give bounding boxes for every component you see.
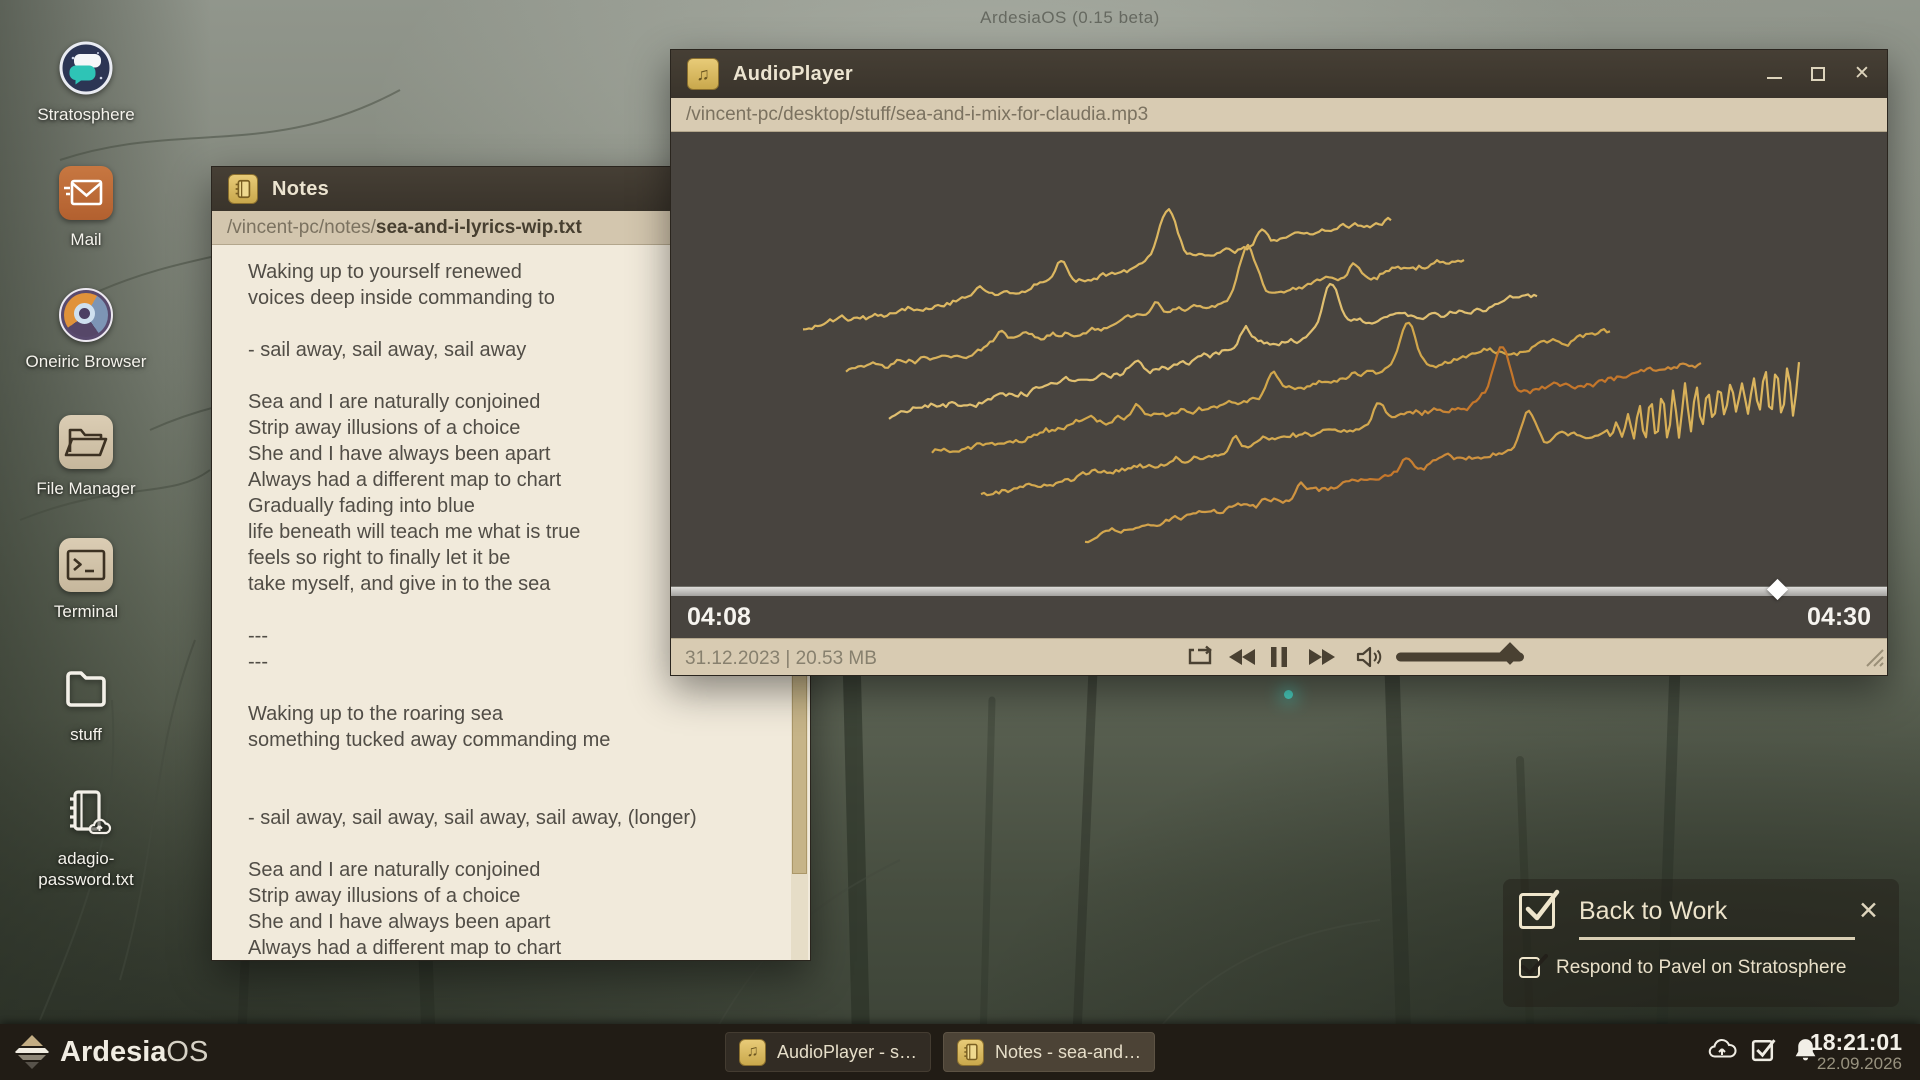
terminal-icon (59, 538, 113, 592)
os-name-light: OS (166, 1036, 208, 1068)
waveform-svg (671, 132, 1889, 586)
close-icon[interactable]: ✕ (1854, 896, 1883, 926)
file-path: /vincent-pc/desktop/stuff/sea-and-i-mix-… (686, 104, 1148, 126)
teal-glow-speck (1284, 690, 1293, 699)
desktop: ArdesiaOS (0.15 beta) Stratosphere Mail (0, 0, 1920, 1080)
todo-checkbox-checked[interactable] (1519, 893, 1555, 929)
todo-widget: Back to Work ✕ Respond to Pavel on Strat… (1503, 879, 1899, 1007)
taskbar-button-notes[interactable]: Notes - sea-and… (943, 1032, 1155, 1072)
todo-checkbox-small[interactable] (1519, 957, 1540, 978)
desktop-icon-oneiric-browser[interactable]: Oneiric Browser (6, 288, 166, 372)
taskbar-button-label: AudioPlayer - s… (777, 1042, 917, 1063)
icon-label: Terminal (54, 601, 118, 622)
path-prefix: /vincent-pc/notes/ (227, 217, 376, 239)
rewind-icon[interactable] (1227, 647, 1257, 667)
tasks-checkbox-icon[interactable] (1750, 1036, 1777, 1068)
todo-underline (1579, 937, 1855, 940)
pause-icon[interactable] (1269, 645, 1289, 669)
desktop-icon-adagio-password[interactable]: adagio-password.txt (6, 785, 166, 890)
icon-label: Mail (70, 229, 101, 250)
minimize-button[interactable] (1765, 65, 1783, 83)
os-logo[interactable]: ArdesiaOS (14, 1024, 208, 1080)
audio-path-bar: /vincent-pc/desktop/stuff/sea-and-i-mix-… (671, 98, 1887, 132)
ardesia-diamond-icon (14, 1034, 50, 1070)
todo-item-label: Back to Work (1579, 897, 1727, 926)
todo-item-label: Respond to Pavel on Stratosphere (1556, 957, 1846, 979)
notebook-icon (957, 1039, 984, 1066)
file-info: 31.12.2023 | 20.53 MB (685, 639, 877, 678)
clock-date: 22.09.2026 (1810, 1055, 1902, 1074)
desktop-icon-terminal[interactable]: Terminal (6, 538, 166, 622)
path-filename: sea-and-i-lyrics-wip.txt (376, 217, 582, 239)
fast-forward-icon[interactable] (1307, 647, 1337, 667)
total-duration: 04:30 (1807, 603, 1871, 632)
folder-icon (59, 661, 113, 715)
elapsed-time: 04:08 (687, 603, 751, 632)
clock[interactable]: 18:21:01 22.09.2026 (1810, 1030, 1902, 1074)
desktop-icon-stuff[interactable]: stuff (6, 661, 166, 745)
os-name-bold: Ardesia (60, 1036, 166, 1068)
desktop-icon-stratosphere[interactable]: Stratosphere (6, 41, 166, 125)
volume-knob[interactable] (1498, 642, 1521, 665)
cloud-upload-icon[interactable] (1706, 1038, 1738, 1067)
icon-label: File Manager (36, 478, 135, 499)
notebook-cloud-icon (59, 785, 113, 839)
taskbar-button-label: Notes - sea-and… (995, 1042, 1141, 1063)
desktop-icon-file-manager[interactable]: File Manager (6, 415, 166, 499)
close-button[interactable]: ✕ (1853, 65, 1871, 83)
open-folder-icon (59, 415, 113, 469)
chat-bubbles-icon (59, 41, 113, 95)
maximize-button[interactable] (1809, 65, 1827, 83)
audio-controls-bar: 31.12.2023 | 20.53 MB (671, 638, 1887, 675)
window-title: Notes (272, 178, 329, 201)
volume-icon[interactable] (1355, 646, 1385, 668)
notebook-icon (228, 174, 258, 204)
volume-slider[interactable] (1396, 653, 1524, 662)
taskbar-button-audioplayer[interactable]: ♫ AudioPlayer - s… (725, 1032, 931, 1072)
desktop-icon-mail[interactable]: Mail (6, 166, 166, 250)
clock-time: 18:21:01 (1810, 1030, 1902, 1055)
seek-bar[interactable] (671, 586, 1887, 596)
os-version-watermark: ArdesiaOS (0.15 beta) (880, 8, 1260, 28)
icon-label: Stratosphere (37, 104, 134, 125)
resize-grip[interactable] (1865, 648, 1885, 673)
window-title: AudioPlayer (733, 63, 853, 86)
time-row: 04:08 04:30 (671, 596, 1887, 638)
icon-label: adagio-password.txt (22, 848, 150, 890)
waveform-display (671, 132, 1887, 586)
music-note-icon: ♫ (687, 58, 719, 90)
repeat-icon[interactable] (1185, 645, 1215, 669)
icon-label: stuff (70, 724, 102, 745)
audioplayer-window: ♫ AudioPlayer ✕ /vincent-pc/desktop/stuf… (670, 49, 1888, 676)
envelope-icon (59, 166, 113, 220)
music-note-icon: ♫ (739, 1039, 766, 1066)
browser-swirl-icon (59, 288, 113, 342)
icon-label: Oneiric Browser (26, 351, 147, 372)
audioplayer-titlebar[interactable]: ♫ AudioPlayer ✕ (671, 50, 1887, 98)
taskbar: ArdesiaOS ♫ AudioPlayer - s… Notes - sea… (0, 1024, 1920, 1080)
